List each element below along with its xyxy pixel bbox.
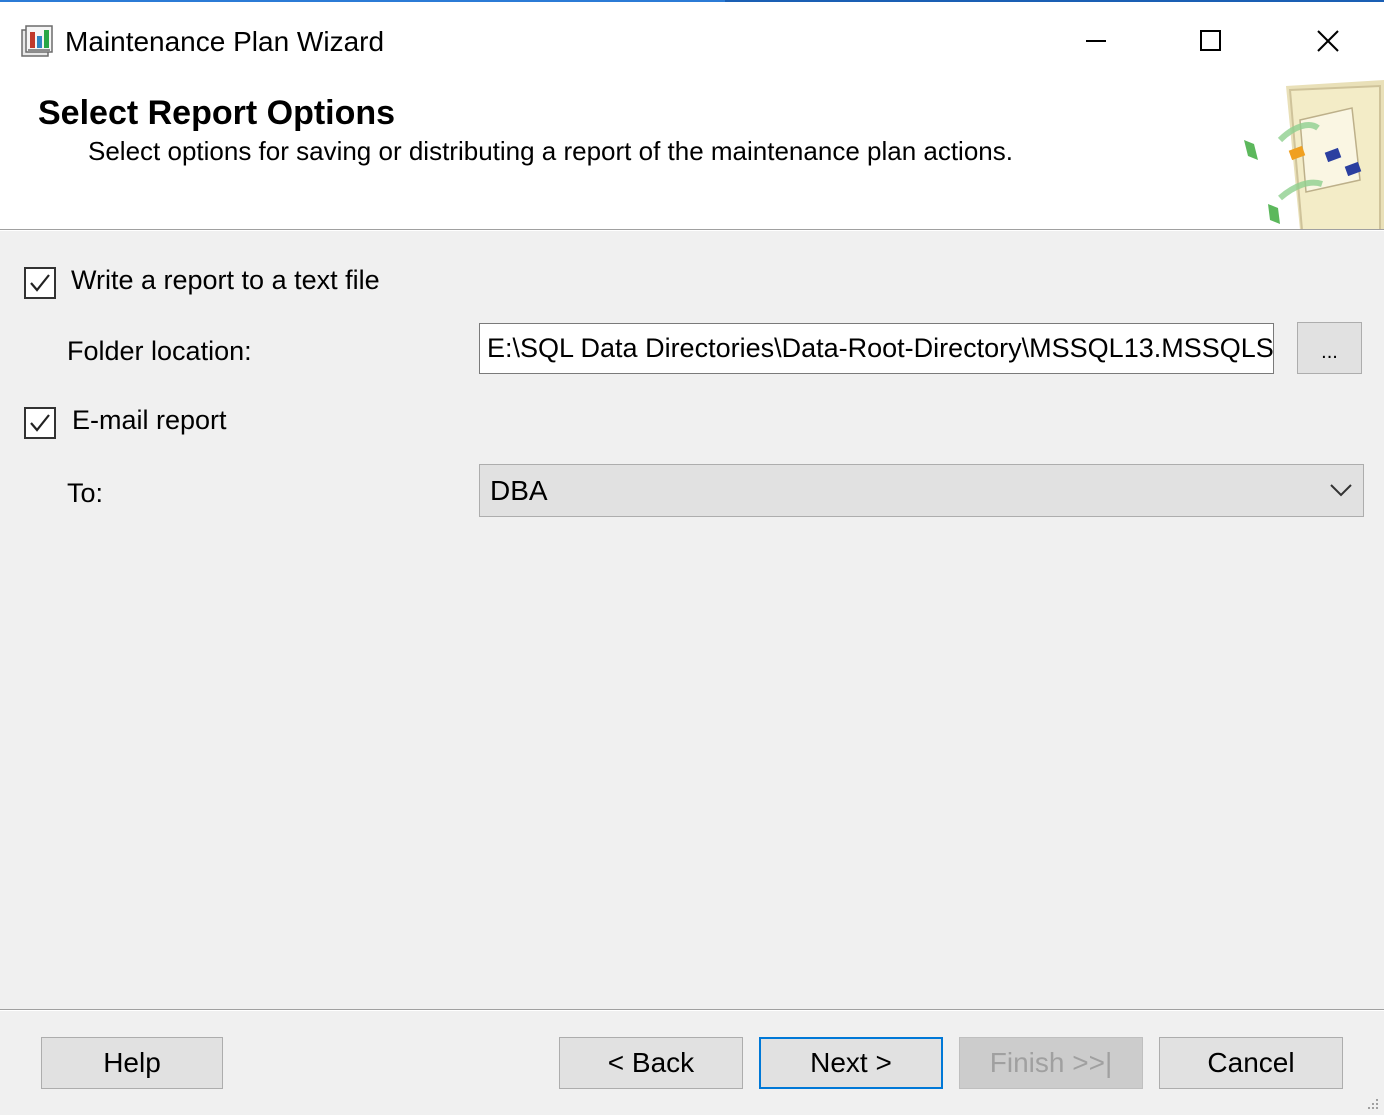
help-button[interactable]: Help <box>41 1037 223 1089</box>
to-selected-value: DBA <box>490 475 548 506</box>
email-report-checkbox[interactable] <box>24 407 56 439</box>
to-label: To: <box>67 478 104 508</box>
header-divider-highlight <box>0 230 1384 231</box>
checkmark-icon <box>30 274 50 292</box>
cancel-button[interactable]: Cancel <box>1159 1037 1343 1089</box>
back-button[interactable]: < Back <box>559 1037 743 1089</box>
write-report-label[interactable]: Write a report to a text file <box>71 265 380 296</box>
email-report-label[interactable]: E-mail report <box>72 405 227 436</box>
browse-folder-button[interactable]: ... <box>1297 322 1362 374</box>
checkmark-icon <box>30 414 50 432</box>
finish-button[interactable]: Finish >>| <box>959 1037 1143 1089</box>
close-button[interactable] <box>1298 16 1358 66</box>
chevron-down-icon <box>1330 484 1352 497</box>
title-bar[interactable]: Maintenance Plan Wizard <box>0 2 1384 80</box>
page-title: Select Report Options <box>38 94 396 132</box>
footer-divider-highlight <box>0 1010 1384 1011</box>
window-title: Maintenance Plan Wizard <box>65 26 385 57</box>
maximize-button[interactable] <box>1181 16 1241 66</box>
wizard-banner-graphic <box>1240 80 1384 231</box>
next-button[interactable]: Next > <box>759 1037 943 1089</box>
write-report-checkbox[interactable] <box>24 267 56 299</box>
folder-location-input[interactable]: E:\SQL Data Directories\Data-Root-Direct… <box>479 323 1274 374</box>
maximize-icon <box>1200 30 1221 51</box>
to-operator-dropdown[interactable]: DBA <box>479 464 1364 517</box>
close-icon <box>1317 30 1339 52</box>
minimize-button[interactable] <box>1066 16 1126 66</box>
page-subtitle: Select options for saving or distributin… <box>88 136 1013 166</box>
wizard-header: Select Report Options Select options for… <box>0 80 1384 231</box>
minimize-icon <box>1086 40 1106 42</box>
maintenance-plan-wizard-icon <box>20 24 56 60</box>
resize-grip-icon[interactable] <box>1364 1095 1380 1111</box>
folder-location-label: Folder location: <box>67 336 252 366</box>
